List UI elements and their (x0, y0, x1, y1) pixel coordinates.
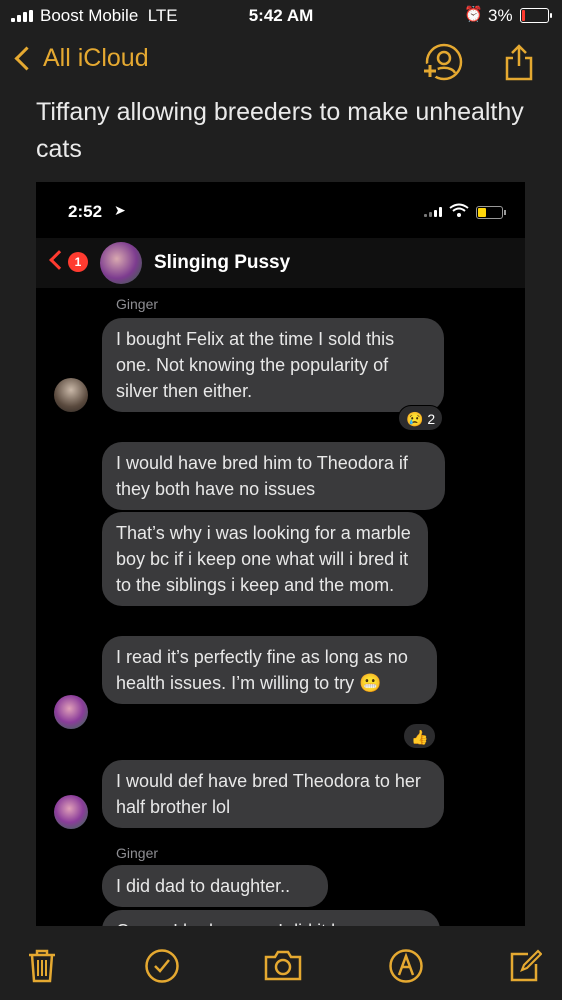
chevron-left-icon (14, 46, 39, 71)
back-button[interactable]: All iCloud (10, 44, 149, 73)
chat-back-icon[interactable] (49, 250, 69, 270)
embedded-screenshot[interactable]: 2:52 ➤ 1 Slinging Pussy Ginger I bought … (36, 182, 525, 926)
status-bar: Boost Mobile LTE 5:42 AM ⏰ 3% (0, 0, 562, 32)
battery-percent: 3% (488, 6, 513, 25)
wifi-icon (449, 203, 469, 223)
reaction-badge: 👍 (403, 723, 437, 749)
checklist-icon[interactable] (144, 948, 180, 989)
screenshot-battery-icon (476, 206, 506, 219)
message-bubble: I would def have bred Theodora to her ha… (102, 760, 444, 828)
compose-icon[interactable] (508, 948, 543, 989)
reaction-badge: 😢 2 (398, 405, 444, 431)
notes-page: Boost Mobile LTE 5:42 AM ⏰ 3% All iCloud… (0, 0, 562, 1000)
message-bubble: I read it’s perfectly fine as long as no… (102, 636, 437, 704)
chat-header: 1 Slinging Pussy (36, 238, 525, 288)
message-bubble: I bought Felix at the time I sold this o… (102, 318, 444, 412)
markup-icon[interactable] (388, 948, 424, 989)
screenshot-signal-icon (424, 207, 444, 217)
battery-icon (520, 8, 552, 23)
back-label: All iCloud (43, 44, 149, 72)
sender-name: Ginger (116, 296, 159, 312)
avatar (54, 695, 88, 729)
screenshot-status-time: 2:52 (68, 202, 103, 221)
trash-icon[interactable] (26, 948, 58, 989)
message-bubble: Cause I had no one I did it because (102, 910, 440, 926)
camera-icon[interactable] (263, 948, 303, 987)
bottom-toolbar (0, 930, 562, 1000)
alarm-icon: ⏰ (464, 6, 483, 23)
share-icon[interactable] (502, 42, 536, 87)
avatar (54, 378, 88, 412)
location-arrow-icon: ➤ (114, 202, 126, 218)
reaction-count: 2 (427, 411, 436, 427)
message-bubble: I did dad to daughter.. (102, 865, 328, 907)
group-avatar (100, 242, 142, 284)
message-bubble: That’s why i was looking for a marble bo… (102, 512, 428, 606)
group-name: Slinging Pussy (154, 252, 291, 273)
avatar (54, 795, 88, 829)
message-bubble: I would have bred him to Theodora if the… (102, 442, 445, 510)
thumbs-up-emoji-icon: 👍 (411, 729, 429, 745)
add-person-icon[interactable] (420, 42, 464, 87)
sender-name: Ginger (116, 845, 159, 861)
note-title[interactable]: Tiffany allowing breeders to make unheal… (36, 94, 536, 168)
crying-emoji-icon: 😢 (406, 411, 424, 427)
unread-badge: 1 (68, 252, 88, 272)
